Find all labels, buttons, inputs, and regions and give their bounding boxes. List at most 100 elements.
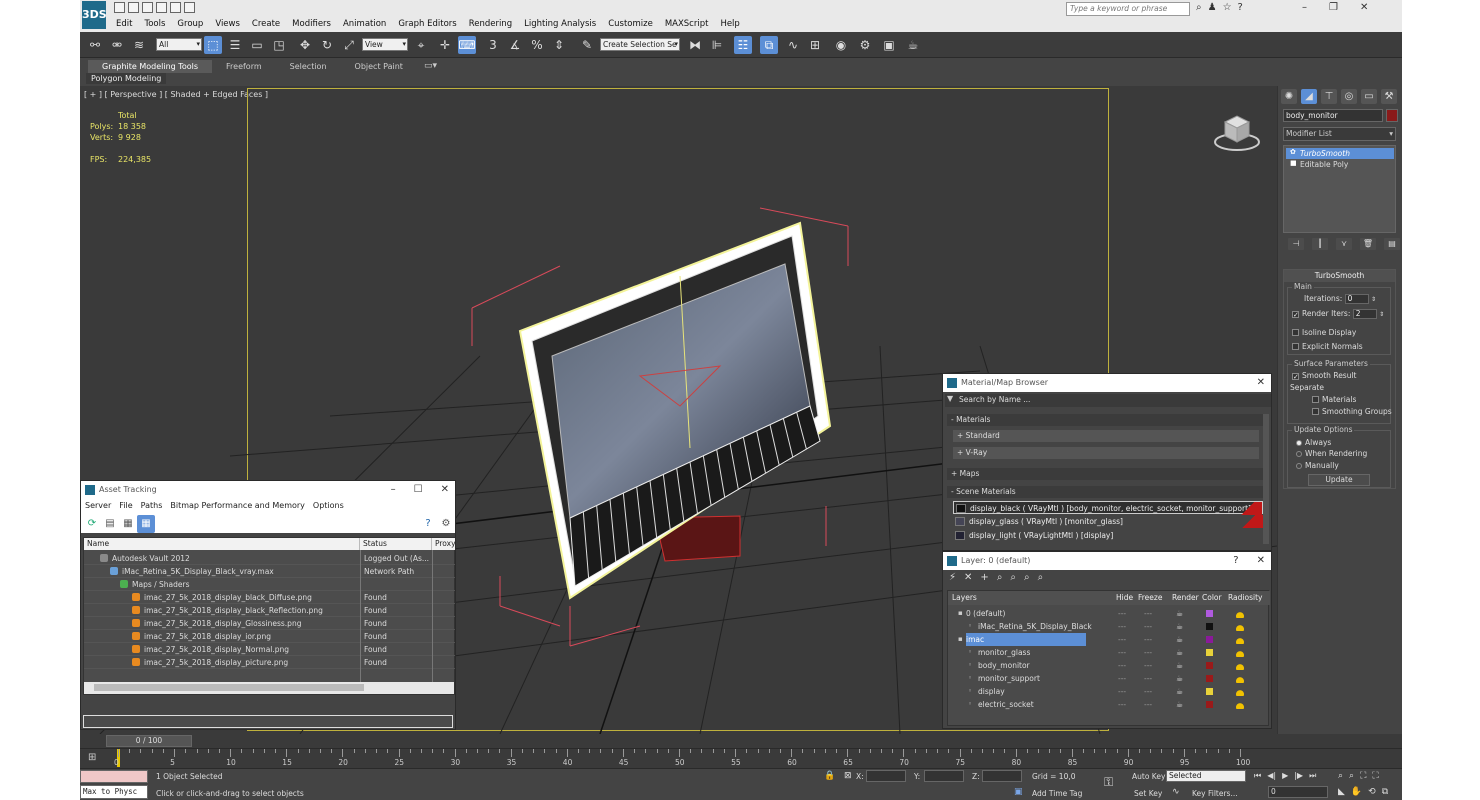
key-icon[interactable]: ⚿ xyxy=(1104,775,1113,790)
table-row[interactable]: imac_27_5k_2018_display_black_Reflection… xyxy=(84,604,455,617)
layer-row[interactable]: ◦ monitor_glass --- --- ☕ xyxy=(948,646,1264,659)
menu-help[interactable]: Help xyxy=(714,17,745,31)
table-row[interactable]: Maps / Shaders xyxy=(84,578,455,591)
align-icon[interactable]: ⊫ xyxy=(708,36,726,54)
search-icon[interactable]: ⌕ xyxy=(1196,2,1202,13)
maximize-icon[interactable]: ☐ xyxy=(414,481,423,499)
asset-tracking-titlebar[interactable]: Asset Tracking – ☐ ✕ xyxy=(81,481,455,499)
vertical-scrollbar[interactable] xyxy=(1263,414,1269,544)
menu-rendering[interactable]: Rendering xyxy=(463,17,518,31)
scene-material-row[interactable]: display_light ( VRayLightMtl ) [display] xyxy=(953,529,1263,542)
render-iters-spinner[interactable]: 2 xyxy=(1352,309,1377,319)
render-icon[interactable]: ☕ xyxy=(1176,607,1183,620)
rollout-title[interactable]: TurboSmooth xyxy=(1284,270,1395,282)
time-slider-track[interactable] xyxy=(80,734,1402,748)
layer-column-color[interactable]: Color xyxy=(1202,593,1222,602)
make-unique-icon[interactable]: ⋎ xyxy=(1336,238,1352,250)
window-crossing-icon[interactable]: ◳ xyxy=(270,36,288,54)
radiosity-icon[interactable] xyxy=(1234,661,1246,670)
add-time-tag[interactable]: Add Time Tag xyxy=(1032,789,1082,798)
scene-explorer-icon[interactable]: ☷ xyxy=(734,36,752,54)
user-icon[interactable]: ♟ xyxy=(1208,2,1217,13)
layer-row[interactable]: ◦ body_monitor --- --- ☕ xyxy=(948,659,1264,672)
delete-layer-icon[interactable]: ✕ xyxy=(964,572,972,583)
isoline-checkbox[interactable] xyxy=(1292,329,1299,336)
maxscript-listener-top[interactable] xyxy=(80,770,148,783)
select-manipulate-icon[interactable]: ✛ xyxy=(436,36,454,54)
go-to-end-icon[interactable]: ⏭ xyxy=(1309,771,1316,781)
toggle-placeholder[interactable]: --- xyxy=(1118,659,1126,672)
material-search-input[interactable]: Search by Name ... xyxy=(959,395,1030,404)
render-icon[interactable]: ☕ xyxy=(1176,672,1183,685)
set-key-button[interactable]: Set Key xyxy=(1134,789,1162,798)
render-icon[interactable]: ☕ xyxy=(1176,620,1183,633)
asset-menu-paths[interactable]: Paths xyxy=(137,499,167,513)
layer-color-swatch[interactable] xyxy=(1206,675,1213,682)
select-object-icon[interactable]: ⬚ xyxy=(204,36,222,54)
radiosity-icon[interactable] xyxy=(1234,674,1246,683)
maximize-viewport-icon[interactable]: ⧉ xyxy=(1382,787,1388,797)
z-coordinate-field[interactable] xyxy=(982,770,1022,782)
menu-graph-editors[interactable]: Graph Editors xyxy=(392,17,462,31)
layer-color-swatch[interactable] xyxy=(1206,636,1213,643)
key-filters-button[interactable]: Key Filters... xyxy=(1192,789,1238,798)
layer-row[interactable]: ◦ electric_socket --- --- ☕ xyxy=(948,698,1264,711)
layer-row[interactable]: ◦ monitor_support --- --- ☕ xyxy=(948,672,1264,685)
time-slider[interactable]: 0 / 100 xyxy=(106,735,192,747)
auto-key-button[interactable]: Auto Key xyxy=(1132,772,1165,781)
layer-row[interactable]: ▪ imac --- --- ☕ xyxy=(948,633,1264,646)
horizontal-scrollbar[interactable] xyxy=(84,682,454,694)
bind-space-warp-icon[interactable]: ≋ xyxy=(130,36,148,54)
named-selection-dropdown[interactable]: Create Selection Se xyxy=(600,38,680,51)
edit-named-selection-icon[interactable]: ✎ xyxy=(578,36,596,54)
zoom-all-icon[interactable]: ⌕ xyxy=(1349,771,1354,781)
toggle-placeholder[interactable]: --- xyxy=(1144,646,1152,659)
radiosity-icon[interactable] xyxy=(1234,687,1246,696)
star-icon[interactable]: ☆ xyxy=(1223,2,1232,13)
iterations-spinner[interactable]: 0 xyxy=(1344,294,1369,304)
smoothing-groups-checkbox[interactable] xyxy=(1312,408,1319,415)
undo-icon[interactable] xyxy=(156,2,167,13)
settings-icon[interactable]: ⚙ xyxy=(437,515,455,533)
track-bar[interactable]: ⊞ 0 5 10 15 20 25 30 35 40 45 50 55 60 65 70 75 80 85 90 95… xyxy=(80,748,1402,768)
scene-materials-section[interactable]: - Scene Materials xyxy=(947,486,1265,498)
toggle-placeholder[interactable]: --- xyxy=(1144,659,1152,672)
mirror-icon[interactable]: ⧓ xyxy=(686,36,704,54)
menu-tools[interactable]: Tools xyxy=(138,17,171,31)
utilities-tab-icon[interactable]: ⚒ xyxy=(1381,89,1397,104)
close-icon[interactable]: ✕ xyxy=(1360,2,1368,13)
table-row[interactable]: imac_27_5k_2018_display_Glossiness.png Fo… xyxy=(84,617,455,630)
toggle-placeholder[interactable]: --- xyxy=(1118,646,1126,659)
next-frame-icon[interactable]: |▶ xyxy=(1294,771,1303,781)
render-iters-checkbox[interactable]: ✓ xyxy=(1292,311,1299,319)
layer-column-render[interactable]: Render xyxy=(1172,593,1199,602)
help-icon[interactable]: ? xyxy=(1233,552,1238,570)
freeze-all-icon[interactable]: ⌕ xyxy=(1038,572,1044,583)
project-folder-icon[interactable] xyxy=(184,2,195,13)
column-name[interactable]: Name xyxy=(84,538,360,550)
schematic-view-icon[interactable]: ⊞ xyxy=(806,36,824,54)
key-mode-dropdown[interactable]: Selected xyxy=(1166,770,1246,782)
absolute-mode-icon[interactable]: ⊠ xyxy=(844,771,852,781)
radiosity-icon[interactable] xyxy=(1234,622,1246,631)
move-icon[interactable]: ✥ xyxy=(296,36,314,54)
asset-menu-file[interactable]: File xyxy=(115,499,136,513)
select-in-layer-icon[interactable]: ⌕ xyxy=(997,572,1003,583)
zoom-extents-icon[interactable]: ⛶ xyxy=(1360,771,1366,781)
lightbulb-icon[interactable]: ✿ xyxy=(1290,148,1296,156)
layer-column-layers[interactable]: Layers xyxy=(952,593,977,602)
hierarchy-tab-icon[interactable]: ⊤ xyxy=(1321,89,1337,104)
help-icon[interactable]: ? xyxy=(419,515,437,533)
materials-section[interactable]: - Materials xyxy=(947,414,1265,426)
details-view-icon[interactable]: ▦ xyxy=(119,515,137,533)
new-file-icon[interactable] xyxy=(114,2,125,13)
toggle-placeholder[interactable]: --- xyxy=(1118,672,1126,685)
app-logo[interactable]: 3DS xyxy=(82,1,107,29)
render-icon[interactable]: ☕ xyxy=(1176,659,1183,672)
column-status[interactable]: Status xyxy=(360,538,432,550)
ribbon-tab-selection[interactable]: Selection xyxy=(276,60,341,73)
stack-item-turbosmooth[interactable]: TurboSmooth xyxy=(1286,148,1394,159)
table-row[interactable]: imac_27_5k_2018_display_black_Diffuse.pn… xyxy=(84,591,455,604)
create-layer-icon[interactable]: ⚡ xyxy=(949,572,956,583)
toggle-placeholder[interactable]: --- xyxy=(1144,633,1152,646)
